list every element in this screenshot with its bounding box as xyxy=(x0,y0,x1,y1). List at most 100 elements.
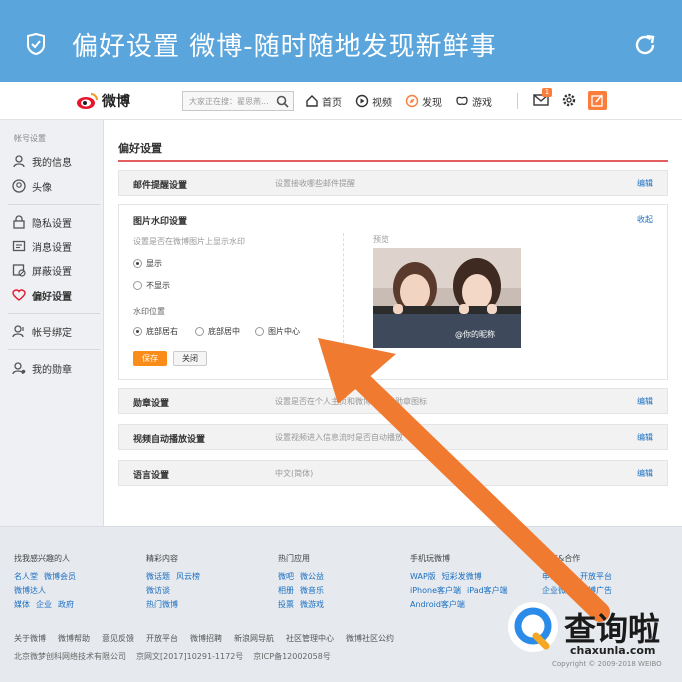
setting-label: 邮件提醒设置 xyxy=(133,181,188,191)
footer-bar-link[interactable]: 新浪网导航 xyxy=(234,633,274,644)
footer-link[interactable]: 媒体 xyxy=(14,600,30,609)
footer-link[interactable]: 投票 xyxy=(278,600,294,609)
license-number: 京网文[2017]10291-1172号 xyxy=(136,652,244,661)
preview-image: @你的昵称 xyxy=(373,248,521,348)
footer-link[interactable]: iPhone客户端 xyxy=(410,586,461,595)
edit-link[interactable]: 编辑 xyxy=(637,396,653,407)
close-button[interactable]: 关闭 xyxy=(173,351,207,366)
sidebar-item-privacy[interactable]: 隐私设置 xyxy=(12,211,104,233)
edit-icon xyxy=(591,94,603,107)
footer-bar-link[interactable]: 微博帮助 xyxy=(58,633,90,644)
footer-link[interactable]: 微博达人 xyxy=(14,586,46,595)
edit-link[interactable]: 编辑 xyxy=(637,432,653,443)
gear-icon[interactable] xyxy=(561,92,577,108)
radio-bottom-center[interactable]: 底部居中 xyxy=(195,325,240,337)
preview-watermark-text: @你的昵称 xyxy=(455,330,495,339)
footer-link[interactable]: 名人堂 xyxy=(14,572,38,581)
footer-link-line: iPhone客户端 iPad客户端 xyxy=(410,584,514,598)
radio-hide[interactable]: 不显示 xyxy=(133,279,170,291)
top-nav: 微博 大家正在搜：翟思燕... 首页 视频 发现 游戏 1 xyxy=(0,82,682,120)
footer-link-line: 相册 微音乐 xyxy=(278,584,330,598)
nav-home-label: 首页 xyxy=(322,97,342,109)
search-icon[interactable] xyxy=(276,95,289,108)
footer-link[interactable]: 开放平台 xyxy=(580,572,612,581)
footer-link[interactable]: 企业微博 xyxy=(542,586,574,595)
footer-bar-link[interactable]: 社区管理中心 xyxy=(286,633,334,644)
sidebar-item-medal[interactable]: 我的勋章 xyxy=(12,357,104,379)
footer-bar-link[interactable]: 关于微博 xyxy=(14,633,46,644)
nav-divider xyxy=(517,93,518,109)
setting-desc: 中文(简体) xyxy=(275,469,314,478)
footer-link[interactable]: WAP版 xyxy=(410,572,436,581)
edit-link[interactable]: 编辑 xyxy=(637,468,653,479)
message-icon xyxy=(12,240,26,252)
panel-hint: 设置是否在微博图片上显示水印 xyxy=(133,237,245,246)
footer-link[interactable]: 企业 xyxy=(36,600,52,609)
sidebar-item-block[interactable]: 屏蔽设置 xyxy=(12,259,104,281)
footer-bar-link[interactable]: 微博招聘 xyxy=(190,633,222,644)
refresh-icon[interactable] xyxy=(632,32,658,58)
footer-link-line: 微访谈 xyxy=(146,584,206,598)
user-icon xyxy=(13,155,25,168)
sidebar-item-bind[interactable]: 帐号绑定 xyxy=(12,320,104,342)
radio-dot xyxy=(133,326,142,336)
footer-link-line: 微博达人 xyxy=(14,584,82,598)
collapse-link[interactable]: 收起 xyxy=(637,214,653,225)
footer-link-line: 微吧 微公益 xyxy=(278,570,330,584)
search-placeholder: 大家正在搜：翟思燕... xyxy=(189,97,269,106)
footer-link[interactable]: 微公益 xyxy=(300,572,324,581)
home-icon xyxy=(306,95,318,107)
sidebar-item-avatar[interactable]: 头像 xyxy=(12,175,104,197)
save-button[interactable]: 保存 xyxy=(133,351,167,366)
magnifier-logo-icon xyxy=(508,602,558,652)
footer-link[interactable]: iPad客户端 xyxy=(467,586,508,595)
footer-link[interactable]: 微博会员 xyxy=(44,572,76,581)
nav-video[interactable]: 视频 xyxy=(355,92,392,110)
footer-bar-link[interactable]: 意见反馈 xyxy=(102,633,134,644)
nav-discover[interactable]: 发现 xyxy=(405,92,442,110)
footer-link-line: 企业微博 微博广告 xyxy=(542,584,618,598)
footer-link[interactable]: 短彩发微博 xyxy=(442,572,482,581)
footer-link[interactable]: 相册 xyxy=(278,586,294,595)
sidebar-item-message[interactable]: 消息设置 xyxy=(12,235,104,257)
footer-bar-link[interactable]: 开放平台 xyxy=(146,633,178,644)
lock-icon xyxy=(13,215,25,229)
footer-link[interactable]: 风云榜 xyxy=(176,572,200,581)
watermark-copyright: Copyright © 2009-2018 WEIBO xyxy=(552,660,662,668)
radio-center[interactable]: 图片中心 xyxy=(255,325,300,337)
video-icon xyxy=(355,94,369,108)
sidebar-item-preferences[interactable]: 偏好设置 xyxy=(12,284,104,306)
sidebar-item-label: 帐号绑定 xyxy=(32,327,72,339)
radio-label: 不显示 xyxy=(146,280,170,290)
footer-link[interactable]: 微吧 xyxy=(278,572,294,581)
weibo-eye-icon xyxy=(77,93,98,109)
panel-title: 图片水印设置 xyxy=(133,217,188,227)
footer-link[interactable]: 热门微博 xyxy=(146,600,178,609)
sidebar-group-label: 帐号设置 xyxy=(14,134,46,143)
nav-home[interactable]: 首页 xyxy=(305,92,342,110)
footer-link[interactable]: Android客户端 xyxy=(410,600,465,609)
compose-button[interactable] xyxy=(588,91,607,110)
sidebar-item-label: 我的信息 xyxy=(32,157,72,169)
radio-bottom-right[interactable]: 底部居右 xyxy=(133,325,178,337)
search-input[interactable]: 大家正在搜：翟思燕... xyxy=(182,91,294,111)
section-heading: 偏好设置 xyxy=(118,142,162,155)
footer-link[interactable]: 微游戏 xyxy=(300,600,324,609)
setting-label: 语言设置 xyxy=(133,471,170,481)
footer-link[interactable]: 微博广告 xyxy=(580,586,612,595)
footer-link[interactable]: 申请认证 xyxy=(542,572,574,581)
footer-link[interactable]: 政府 xyxy=(58,600,74,609)
footer-bar-link[interactable]: 微博社区公约 xyxy=(346,633,394,644)
sidebar-item-my-info[interactable]: 我的信息 xyxy=(12,150,104,172)
footer-link[interactable]: 微音乐 xyxy=(300,586,324,595)
weibo-logo[interactable]: 微博 xyxy=(76,90,130,112)
nav-game[interactable]: 游戏 xyxy=(455,92,492,110)
edit-link[interactable]: 编辑 xyxy=(637,178,653,189)
watermark-panel: 图片水印设置 收起 设置是否在微博图片上显示水印 显示 不显示 水印位置 底部居… xyxy=(118,204,668,380)
radio-show[interactable]: 显示 xyxy=(133,257,162,269)
sidebar-item-label: 屏蔽设置 xyxy=(32,266,72,278)
footer-link[interactable]: 微访谈 xyxy=(146,586,170,595)
footer-bar: 关于微博 微博帮助 意见反馈 开放平台 微博招聘 新浪网导航 社区管理中心 微博… xyxy=(14,633,394,644)
footer-link-line: 名人堂 微博会员 xyxy=(14,570,82,584)
footer-link[interactable]: 微话题 xyxy=(146,572,170,581)
